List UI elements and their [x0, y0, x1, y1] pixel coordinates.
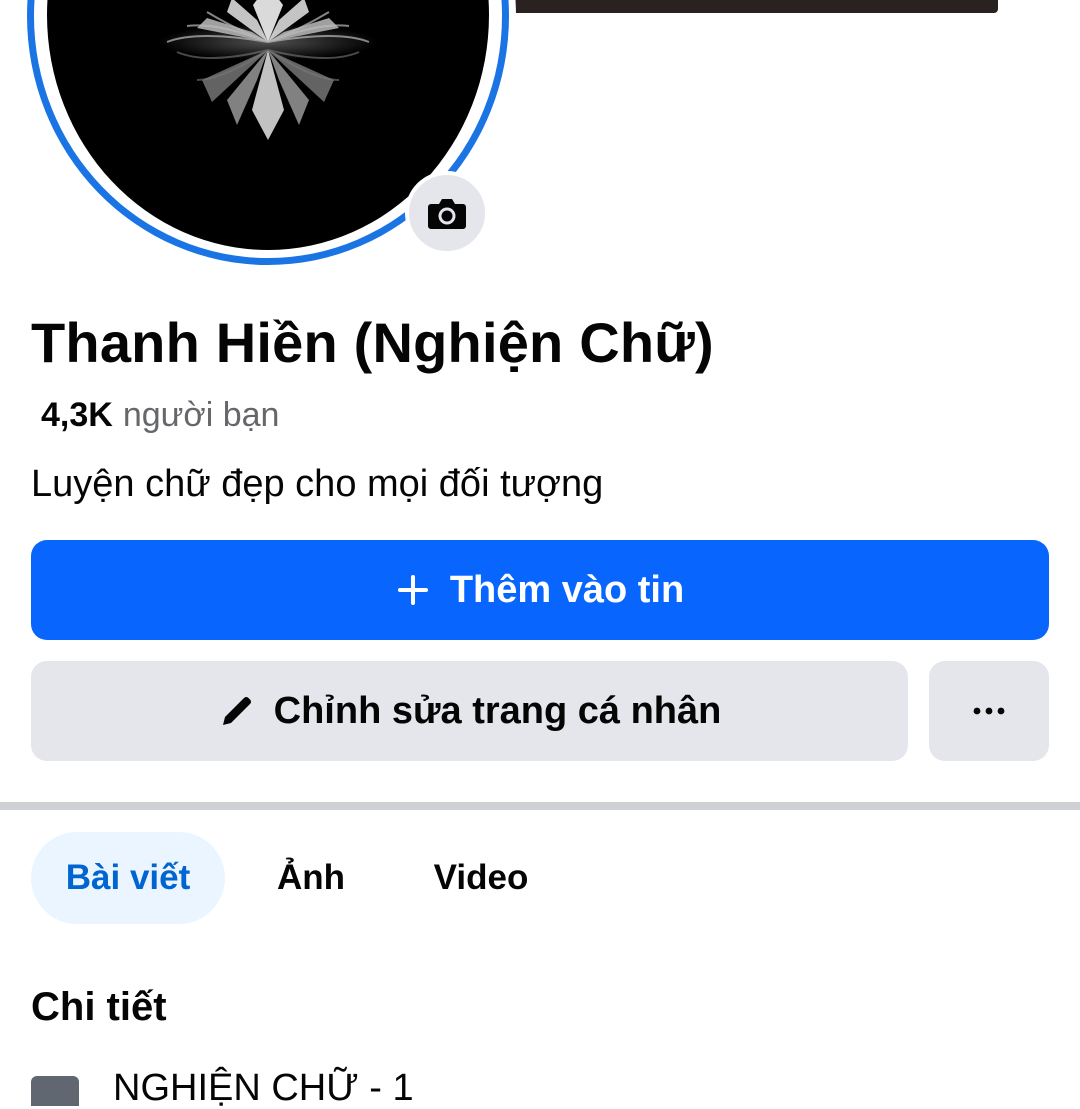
tab-videos[interactable]: Video [408, 832, 554, 924]
friends-count[interactable]: 4,3K người bạn [41, 396, 279, 435]
profile-bio: Luyện chữ đẹp cho mọi đối tượng [31, 463, 604, 505]
detail-item-text: NGHIỆN CHỮ - 1 [113, 1067, 414, 1109]
tab-photos-label: Ảnh [276, 858, 346, 897]
tab-posts-label: Bài viết [65, 858, 191, 897]
section-divider [0, 802, 1080, 810]
tab-posts[interactable]: Bài viết [31, 832, 225, 924]
camera-icon [428, 199, 466, 229]
edit-profile-label: Chỉnh sửa trang cá nhân [273, 689, 722, 732]
friends-count-label: người bạn [122, 396, 280, 434]
pencil-icon [222, 696, 251, 725]
details-heading: Chi tiết [31, 985, 167, 1029]
detail-item: NGHIỆN CHỮ - 1 [31, 1068, 414, 1108]
tab-videos-label: Video [433, 858, 529, 897]
add-to-story-label: Thêm vào tin [449, 568, 685, 611]
add-to-story-button[interactable]: Thêm vào tin [31, 540, 1049, 640]
profile-name: Thanh Hiền (Nghiện Chữ) [31, 311, 714, 374]
friends-count-value: 4,3K [41, 396, 113, 434]
more-horizontal-icon [973, 707, 1005, 715]
cover-photo[interactable] [512, 0, 998, 13]
profile-tabs: Bài viết Ảnh Video [0, 832, 1080, 924]
plus-icon [397, 575, 428, 605]
more-options-button[interactable] [929, 661, 1049, 761]
edit-profile-button[interactable]: Chỉnh sửa trang cá nhân [31, 661, 908, 761]
tab-photos[interactable]: Ảnh [252, 832, 370, 924]
briefcase-icon [31, 1076, 79, 1106]
change-avatar-button[interactable] [405, 171, 489, 255]
